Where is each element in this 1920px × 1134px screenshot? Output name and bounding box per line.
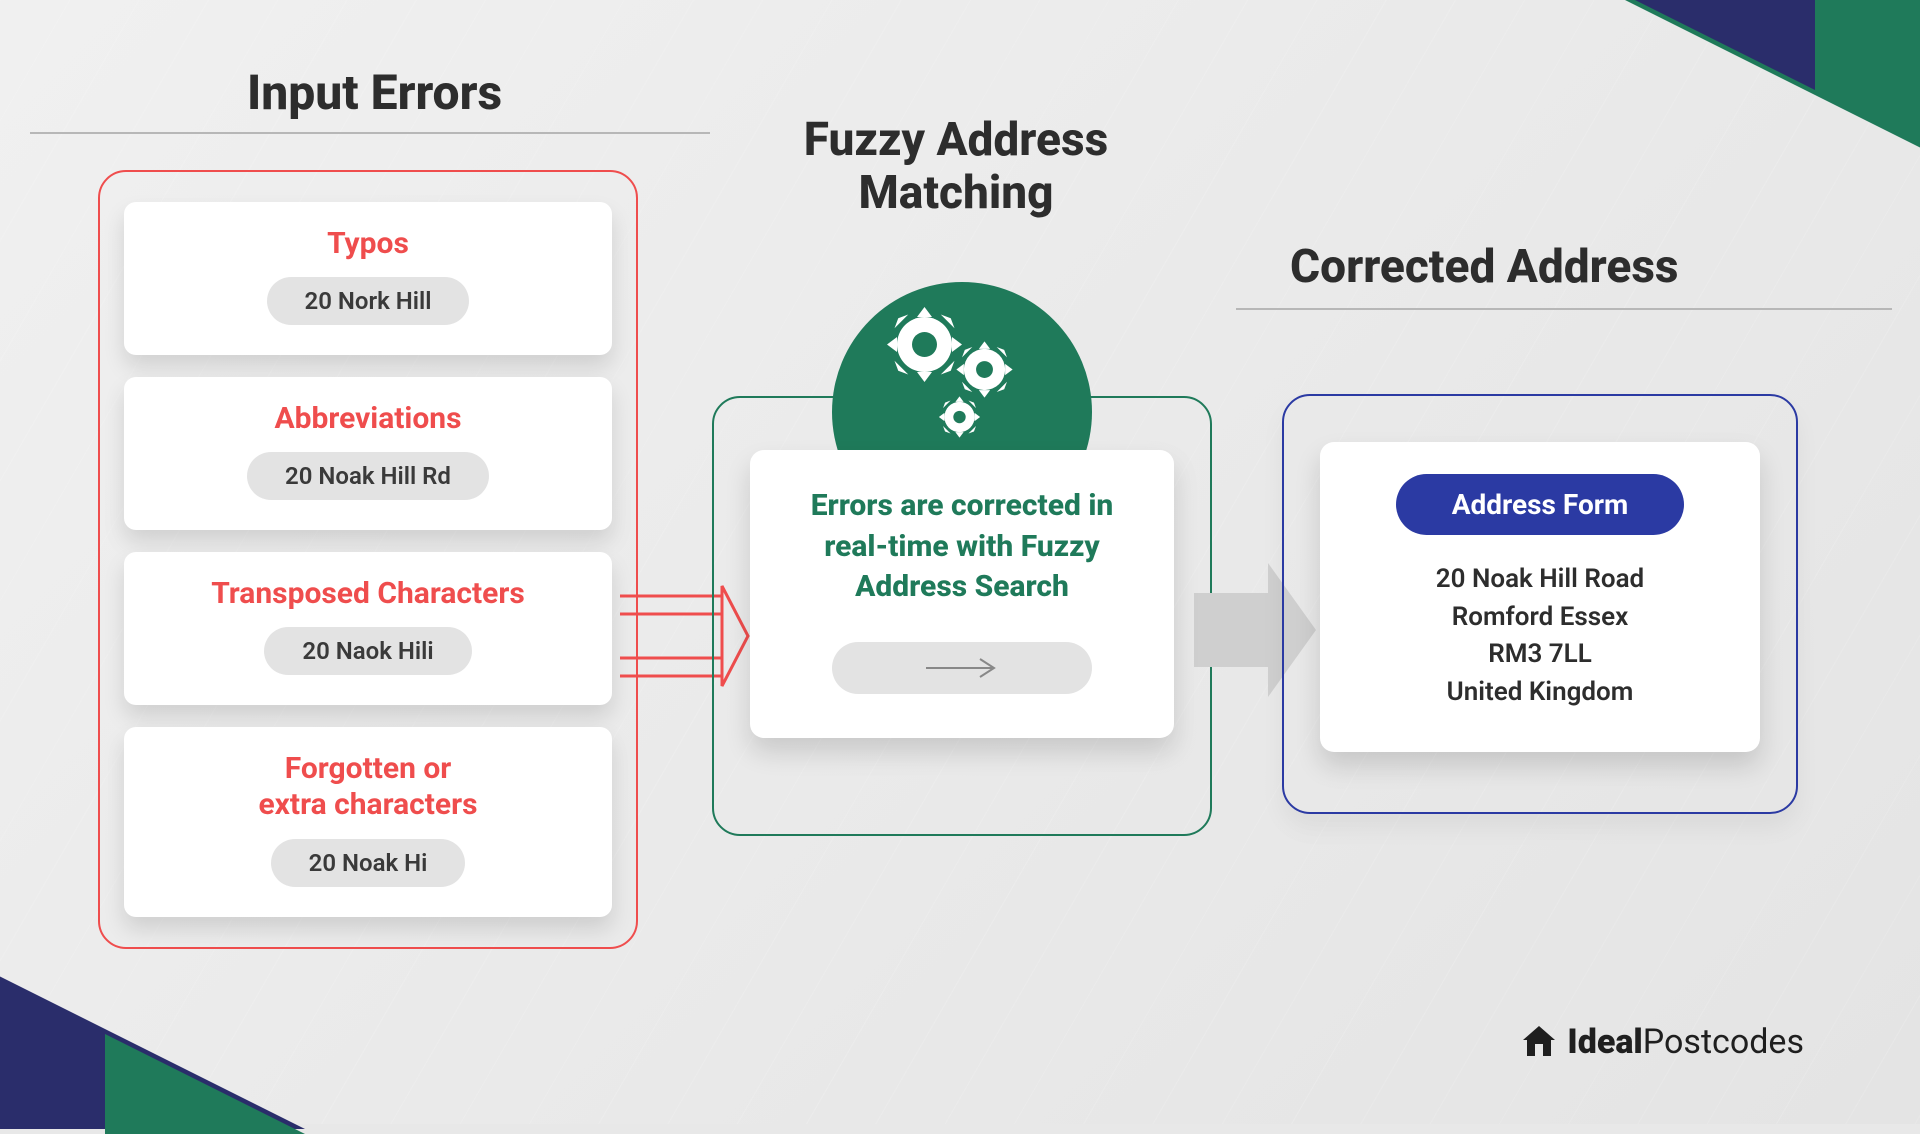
- address-line: United Kingdom: [1348, 674, 1732, 712]
- brand-text: IdealPostcodes: [1567, 1022, 1804, 1062]
- error-card-forgotten: Forgotten orextra characters 20 Noak Hi: [124, 727, 612, 917]
- fuzzy-description: Errors are corrected in real-time with F…: [778, 486, 1146, 608]
- arrow-right-icon: [922, 657, 1002, 679]
- error-card-transposed: Transposed Characters 20 Naok Hili: [124, 552, 612, 705]
- heading-fuzzy-matching: Fuzzy Address Matching: [706, 114, 1206, 220]
- house-icon: [1519, 1022, 1559, 1062]
- address-line: 20 Noak Hill Road: [1348, 561, 1732, 599]
- brand-bold: Ideal: [1567, 1022, 1642, 1062]
- error-example: 20 Noak Hi: [271, 839, 466, 887]
- heading-input-errors: Input Errors: [247, 64, 502, 121]
- input-errors-panel: Typos 20 Nork Hill Abbreviations 20 Noak…: [98, 170, 638, 949]
- error-title: Transposed Characters: [144, 576, 592, 611]
- brand-light: Postcodes: [1643, 1022, 1804, 1062]
- divider-under-input-errors: [30, 132, 710, 134]
- error-title: Abbreviations: [144, 401, 592, 436]
- corrected-address-panel: Address Form 20 Noak Hill Road Romford E…: [1282, 394, 1798, 814]
- brand-logo: IdealPostcodes: [1519, 1022, 1804, 1062]
- fuzzy-matching-panel: Errors are corrected in real-time with F…: [712, 396, 1212, 836]
- address-line: RM3 7LL: [1348, 636, 1732, 674]
- address-line: Romford Essex: [1348, 599, 1732, 637]
- heading-corrected-address: Corrected Address: [1290, 240, 1679, 294]
- proceed-pill: [832, 642, 1092, 694]
- error-example: 20 Naok Hili: [264, 627, 471, 675]
- error-title: Forgotten orextra characters: [144, 751, 592, 823]
- address-form-label: Address Form: [1396, 474, 1685, 535]
- fuzzy-description-card: Errors are corrected in real-time with F…: [750, 450, 1174, 738]
- divider-under-corrected: [1236, 308, 1892, 310]
- error-example: 20 Nork Hill: [267, 277, 470, 325]
- gears-icon: [887, 307, 1037, 457]
- error-card-typos: Typos 20 Nork Hill: [124, 202, 612, 355]
- address-form-card: Address Form 20 Noak Hill Road Romford E…: [1320, 442, 1760, 752]
- error-title: Typos: [144, 226, 592, 261]
- error-example: 20 Noak Hill Rd: [247, 452, 489, 500]
- error-card-abbreviations: Abbreviations 20 Noak Hill Rd: [124, 377, 612, 530]
